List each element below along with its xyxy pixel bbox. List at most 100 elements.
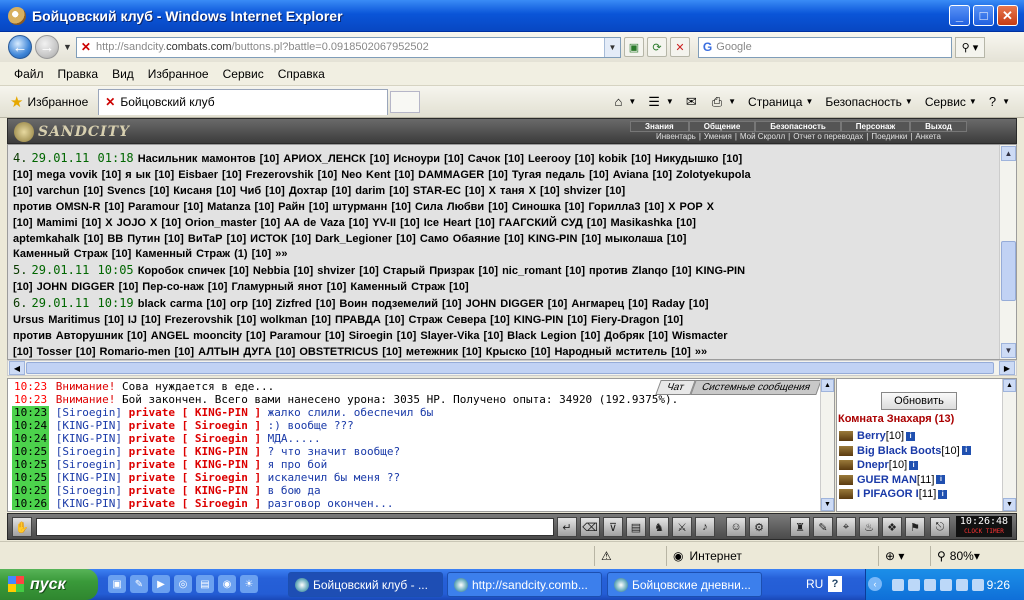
- log-participants[interactable]: [10] Tosser [10] Romario-men [10] АЛТЫН …: [13, 346, 707, 358]
- mail-button[interactable]: ✉: [686, 94, 700, 110]
- tab-system-messages[interactable]: Системные сообщения: [689, 380, 822, 395]
- help-button[interactable]: ? ▼: [989, 94, 1010, 109]
- chat-sender[interactable]: [KING-PIN]: [56, 471, 122, 484]
- log-participants[interactable]: [10] varchun [10] Svencs [10] Кисаня [10…: [13, 185, 625, 197]
- room-scroll-up-icon[interactable]: ▲: [1003, 379, 1016, 392]
- chat-sender[interactable]: [Siroegin]: [56, 484, 122, 497]
- home-button[interactable]: ⌂ ▼: [614, 94, 636, 109]
- potion-icon[interactable]: ♨: [859, 517, 879, 537]
- subnav-battles[interactable]: Поединки: [871, 132, 907, 141]
- tray-icon-3[interactable]: [924, 578, 936, 591]
- room-user-name[interactable]: GUER MAN: [857, 474, 917, 486]
- favorites-star-icon[interactable]: ★: [10, 93, 23, 111]
- chat-private-target[interactable]: private [ Siroegin ]: [129, 471, 261, 484]
- chat-private-target[interactable]: private [ Siroegin ]: [129, 497, 261, 510]
- close-button[interactable]: ✕: [997, 5, 1018, 26]
- ql-icon-6[interactable]: ◉: [218, 575, 236, 593]
- tray-expand-icon[interactable]: ‹: [868, 577, 882, 591]
- subnav-inventory[interactable]: Инвентарь: [656, 132, 696, 141]
- ql-icon-5[interactable]: ▤: [196, 575, 214, 593]
- minimize-button[interactable]: _: [949, 5, 970, 26]
- send-icon[interactable]: ↵: [557, 517, 577, 537]
- subnav-skills[interactable]: Умения: [704, 132, 732, 141]
- log-participants[interactable]: [10] Mamimi [10] X JOJO X [10] Orion_mas…: [13, 217, 696, 229]
- menu-file[interactable]: Файл: [14, 67, 44, 81]
- popup-blocker-icon[interactable]: ⚠: [594, 545, 666, 566]
- swords-icon[interactable]: ⚔: [672, 517, 692, 537]
- tab-chat[interactable]: Чат: [655, 380, 696, 395]
- log-participants[interactable]: Каменный Страж [10] Каменный Страж (1) […: [13, 248, 287, 260]
- back-button[interactable]: ←: [8, 35, 32, 59]
- log-participants[interactable]: Насильник мамонтов [10] АРИОХ_ЛЕНСК [10]…: [138, 153, 742, 165]
- tray-icon-4[interactable]: [940, 578, 952, 591]
- nav-communication[interactable]: Общение: [688, 121, 756, 132]
- map-icon[interactable]: ⌖: [836, 517, 856, 537]
- chat-scroll-up-icon[interactable]: ▲: [821, 379, 834, 392]
- forward-button[interactable]: →: [35, 35, 59, 59]
- subnav-scroll[interactable]: Мой Скролл: [740, 132, 785, 141]
- firefox-icon[interactable]: ☀: [240, 575, 258, 593]
- room-user-name[interactable]: I PIFAGOR I: [857, 488, 919, 500]
- search-button[interactable]: ⚲ ▾: [954, 36, 985, 58]
- info-icon[interactable]: i: [961, 446, 971, 456]
- chat-sender[interactable]: [Siroegin]: [56, 458, 122, 471]
- scroll-down-icon[interactable]: ▼: [1001, 343, 1016, 358]
- language-indicator[interactable]: RU: [806, 577, 823, 591]
- room-user[interactable]: Big Black Boots[10] i: [839, 444, 999, 459]
- zoom-control[interactable]: ⚲ 80% ▾: [930, 545, 1000, 566]
- feeds-button[interactable]: ☰ ▼: [648, 94, 674, 110]
- ql-icon-3[interactable]: ▶: [152, 575, 170, 593]
- chat-input[interactable]: [36, 518, 554, 536]
- address-dropdown-icon[interactable]: ▼: [603, 37, 620, 57]
- tray-icon-6[interactable]: [972, 578, 984, 591]
- chat-sender[interactable]: [Siroegin]: [56, 406, 122, 419]
- log-participants[interactable]: aptemkahalk [10] BB Путин [10] ВиТаР [10…: [13, 233, 686, 245]
- refresh-button[interactable]: Обновить: [881, 392, 957, 410]
- nav-security[interactable]: Безопасность: [755, 121, 841, 132]
- menu-favorites[interactable]: Избранное: [148, 67, 209, 81]
- log-participants[interactable]: black carma [10] огр [10] Zizfred [10] В…: [138, 298, 709, 310]
- scroll-up-icon[interactable]: ▲: [1001, 146, 1016, 161]
- room-user[interactable]: Berry[10] i: [839, 429, 999, 444]
- subnav-profile[interactable]: Анкета: [915, 132, 941, 141]
- chat-private-target[interactable]: private [ KING-PIN ]: [129, 458, 261, 471]
- nav-exit[interactable]: Выход: [910, 121, 967, 132]
- ql-icon-1[interactable]: ▣: [108, 575, 126, 593]
- chat-private-target[interactable]: private [ KING-PIN ]: [129, 406, 261, 419]
- info-icon[interactable]: i: [938, 489, 948, 499]
- chat-timestamp[interactable]: 10:23: [12, 380, 50, 393]
- bag-icon[interactable]: ♜: [790, 517, 810, 537]
- room-user-name[interactable]: Dnepr: [857, 459, 889, 471]
- subnav-transfers[interactable]: Отчет о переводах: [793, 132, 863, 141]
- menu-edit[interactable]: Правка: [58, 67, 99, 81]
- exit-icon[interactable]: ⎋: [930, 517, 950, 537]
- nav-knowledge[interactable]: Знания: [630, 121, 689, 132]
- info-icon[interactable]: i: [906, 431, 916, 441]
- private-message-icon[interactable]: [839, 445, 853, 456]
- new-tab-button[interactable]: [390, 90, 421, 113]
- ql-icon-2[interactable]: ✎: [130, 575, 148, 593]
- task-fight-club[interactable]: Бойцовский клуб - ...: [288, 572, 443, 597]
- tools-menu[interactable]: Сервис ▼: [925, 95, 977, 109]
- room-user-name[interactable]: Berry: [857, 430, 886, 442]
- chat-timestamp[interactable]: 10:25: [12, 458, 50, 471]
- address-field[interactable]: ✕ http://sandcity. combats.com/buttons.pl…: [75, 36, 621, 58]
- tray-help-icon[interactable]: ?: [828, 576, 842, 592]
- chat-sender[interactable]: [KING-PIN]: [56, 497, 122, 510]
- private-message-icon[interactable]: [839, 474, 853, 485]
- nav-character[interactable]: Персонаж: [840, 121, 911, 132]
- search-input[interactable]: G Google: [697, 36, 952, 58]
- chat-sender[interactable]: [KING-PIN]: [56, 432, 122, 445]
- log-participants[interactable]: [10] mega vovik [10] я ык [10] Eisbaer […: [13, 169, 751, 181]
- log-participants[interactable]: [10] JOHN DIGGER [10] Пер-со-наж [10] Гл…: [13, 281, 469, 293]
- security-menu[interactable]: Безопасность ▼: [825, 95, 912, 109]
- room-scroll-down-icon[interactable]: ▼: [1003, 498, 1016, 511]
- log-horizontal-scrollbar[interactable]: ◀ ▶: [7, 360, 1017, 376]
- refresh-icon[interactable]: ⟳: [646, 37, 667, 57]
- log-participants[interactable]: против Авторушник [10] ANGEL mooncity [1…: [13, 330, 728, 342]
- chat-timestamp[interactable]: 10:25: [12, 471, 50, 484]
- chat-scrollbar[interactable]: ▲ ▼: [820, 379, 834, 511]
- room-user[interactable]: Dnepr[10] i: [839, 458, 999, 473]
- chat-timestamp[interactable]: 10:23: [12, 406, 50, 419]
- scroll-thumb[interactable]: [1001, 241, 1016, 301]
